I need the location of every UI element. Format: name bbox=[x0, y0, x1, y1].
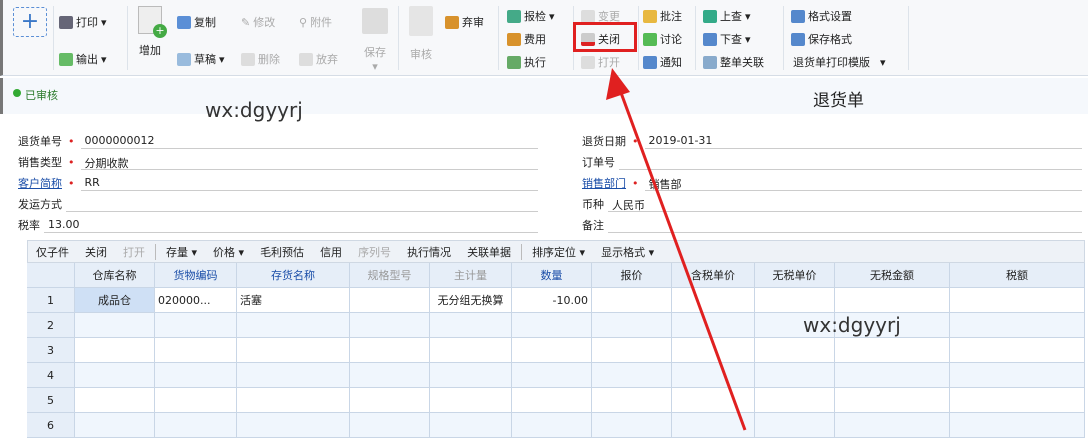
arrow-line bbox=[618, 89, 747, 431]
arrow-head bbox=[606, 68, 630, 100]
red-arrow-annotation bbox=[606, 68, 747, 431]
